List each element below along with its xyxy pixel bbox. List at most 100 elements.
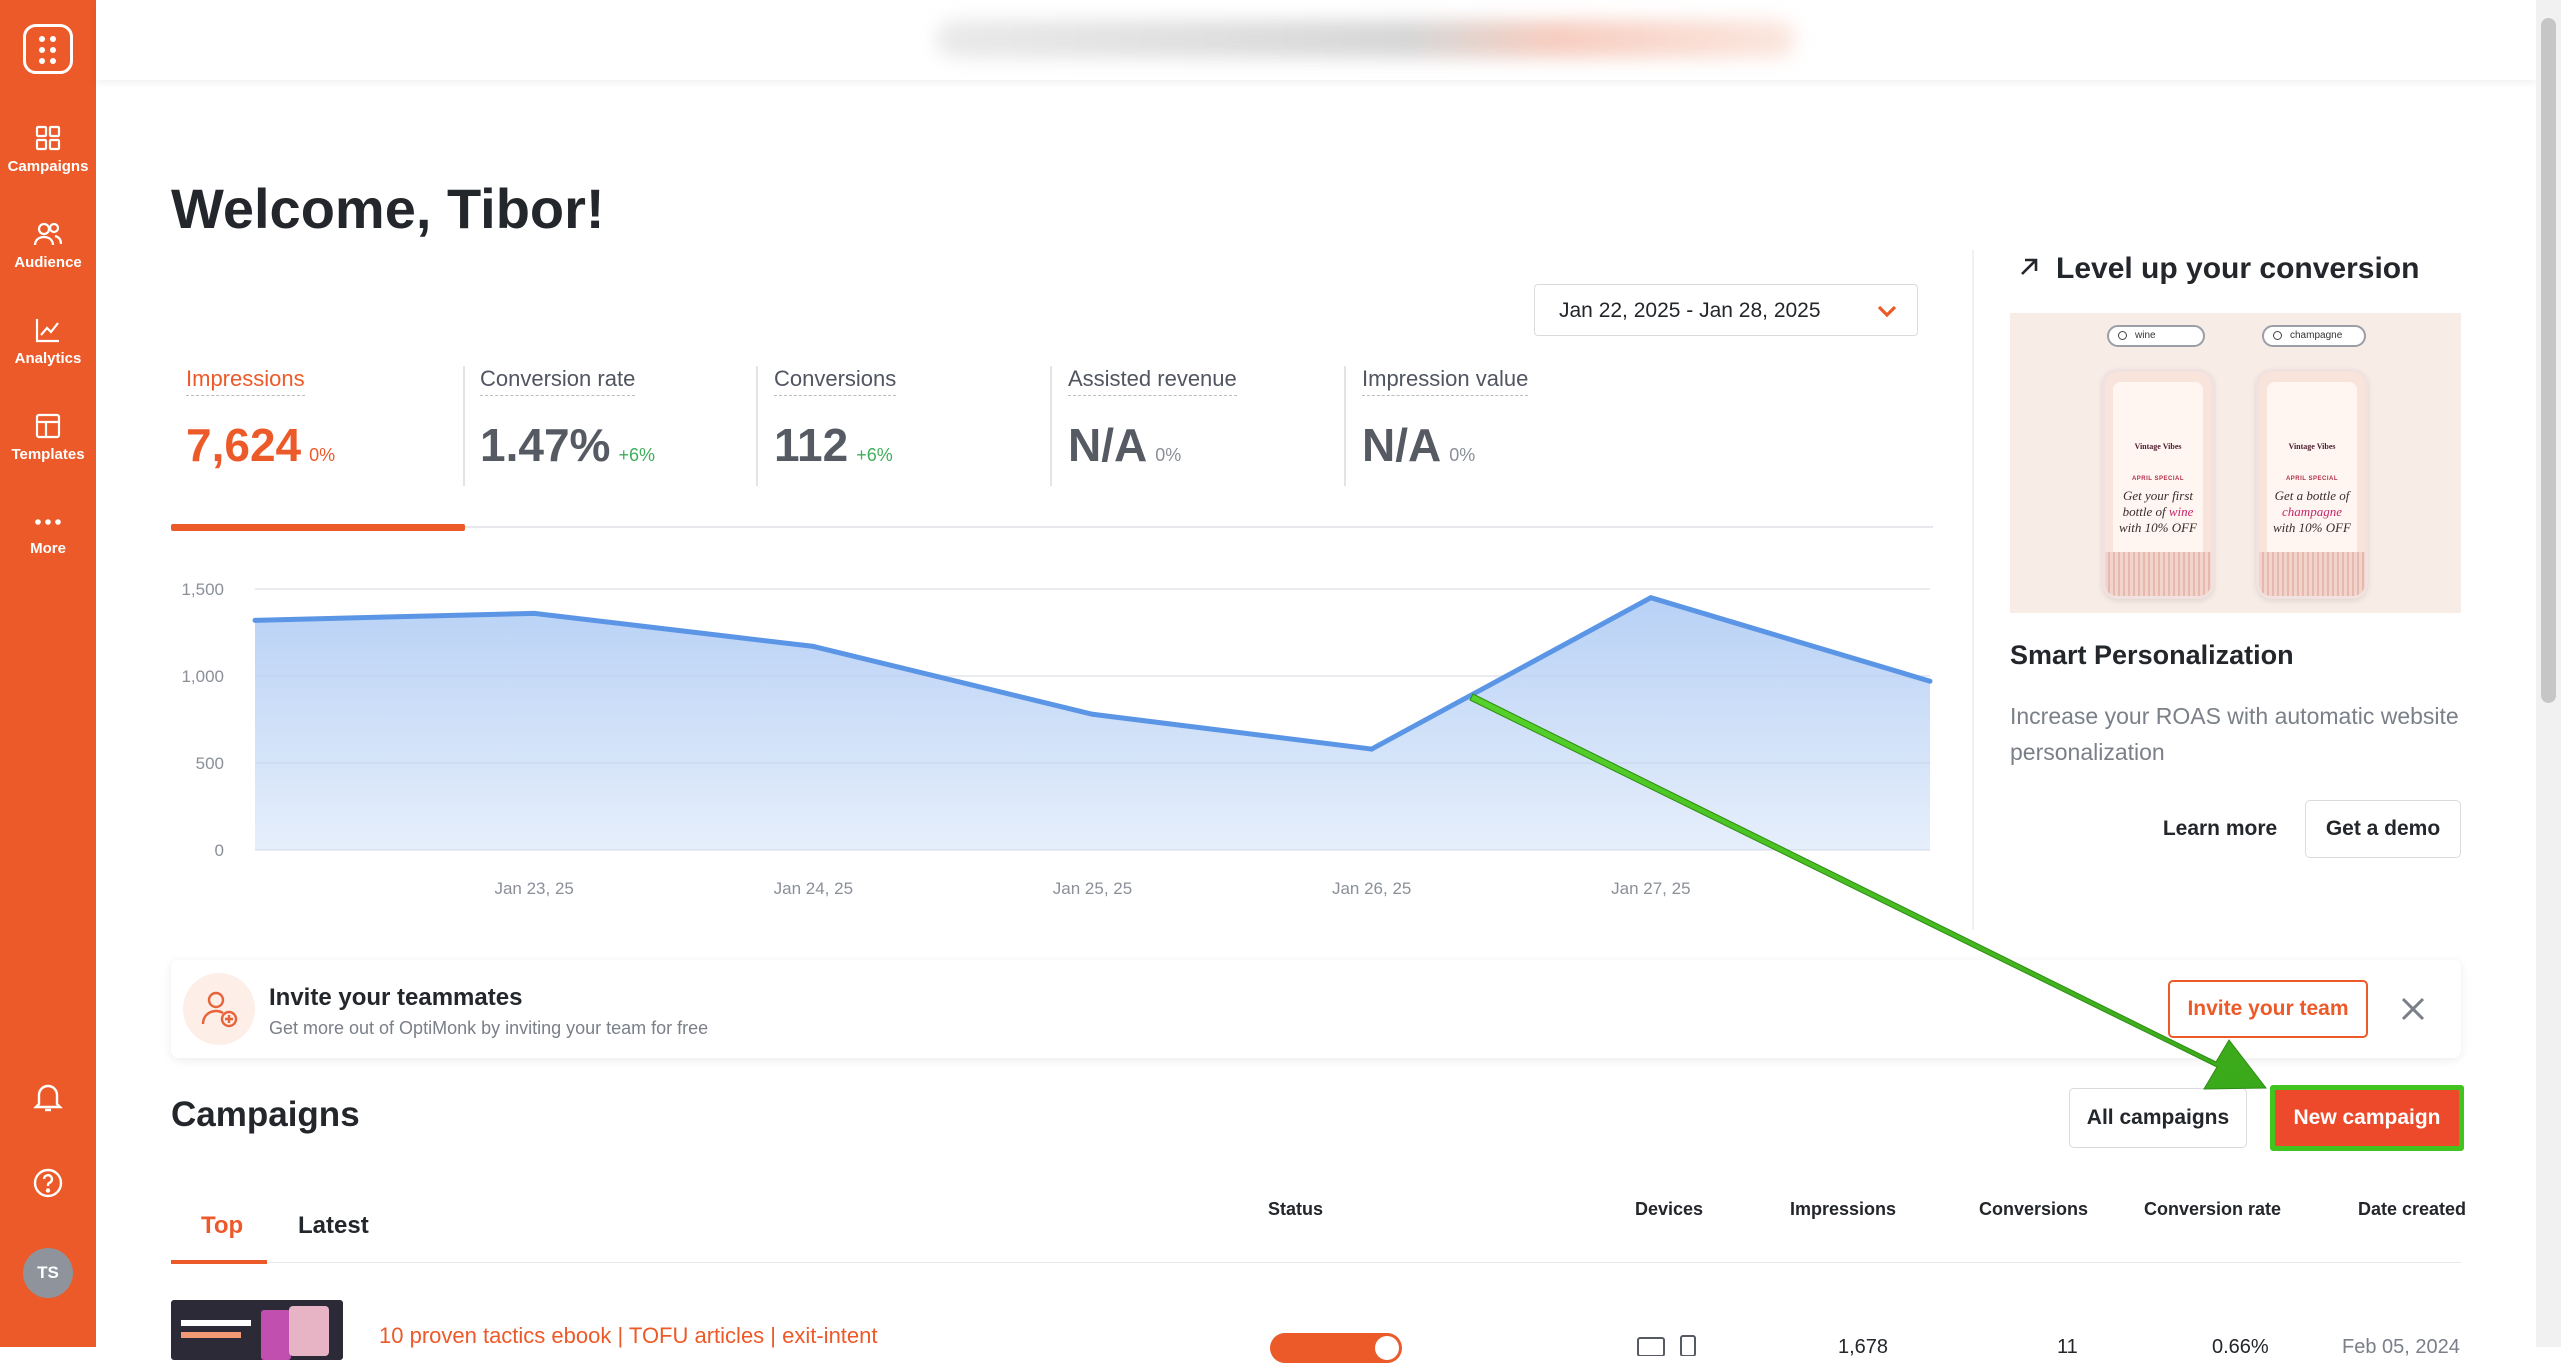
avatar[interactable]: TS — [23, 1248, 73, 1298]
promo-tag: APRIL SPECIAL — [2131, 476, 2185, 482]
metric-delta: 0% — [1155, 445, 1182, 465]
metric-conversion-rate[interactable]: Conversion rate 1.47% +6% — [480, 366, 655, 486]
get-demo-button[interactable]: Get a demo — [2305, 800, 2461, 858]
sidebar-item-label: More — [30, 540, 66, 557]
line-chart-icon — [35, 319, 59, 343]
close-invite-button[interactable] — [2398, 994, 2428, 1029]
metric-delta: +6% — [618, 445, 655, 465]
cell-conversion-rate: 0.66% — [2212, 1336, 2269, 1358]
series-area — [255, 597, 1930, 850]
data-point — [1369, 746, 1375, 752]
mobile-icon — [1680, 1335, 1696, 1356]
phone-headline: Get your first bottle of wine with 10% O… — [2105, 488, 2211, 536]
sidebar-item-label: Templates — [11, 446, 85, 463]
metric-divider — [1050, 366, 1052, 486]
metric-label: Conversion rate — [480, 366, 636, 396]
metric-value: N/A — [1068, 419, 1148, 471]
sidebar-item-audience[interactable]: Audience — [0, 220, 96, 271]
phone-headline: Get a bottle of champagne with 10% OFF — [2259, 488, 2365, 536]
phone-highlight: wine — [2168, 504, 2194, 519]
metric-label: Impression value — [1362, 366, 1529, 396]
phone-mockup: Vintage Vibes APRIL SPECIAL Get your fir… — [2102, 369, 2214, 599]
column-header-date-created[interactable]: Date created — [2358, 1199, 2466, 1220]
new-campaign-button[interactable]: New campaign — [2270, 1085, 2464, 1151]
data-point — [252, 617, 258, 623]
active-tab-indicator — [171, 1260, 267, 1264]
sidebar-item-campaigns[interactable]: Campaigns — [0, 124, 96, 175]
metric-label: Conversions — [774, 366, 897, 396]
campaign-name-link[interactable]: 10 proven tactics ebook | TOFU articles … — [379, 1323, 878, 1349]
metric-value: 1.47% — [480, 419, 611, 471]
phone-line: Get your first — [2122, 488, 2194, 503]
promo-title-text: Level up your conversion — [2056, 252, 2420, 285]
campaign-thumbnail[interactable] — [171, 1300, 343, 1360]
notifications-button[interactable] — [0, 1081, 96, 1113]
page-title: Welcome, Tibor! — [171, 177, 605, 240]
sidebar-item-label: Audience — [14, 254, 82, 271]
date-range-value: Jan 22, 2025 - Jan 28, 2025 — [1559, 299, 1821, 322]
phone-highlight: champagne — [2282, 504, 2342, 519]
promo-description: Increase your ROAS with automatic websit… — [2010, 703, 2459, 765]
metric-value: N/A — [1362, 419, 1442, 471]
panel-divider — [1972, 250, 1974, 930]
column-header-status[interactable]: Status — [1268, 1199, 1323, 1220]
sidebar-item-label: Campaigns — [7, 158, 89, 175]
metric-impression-value[interactable]: Impression value N/A 0% — [1362, 366, 1529, 486]
top-bar — [96, 0, 2536, 80]
active-metric-indicator — [171, 524, 465, 531]
sidebar-item-analytics[interactable]: Analytics — [0, 316, 96, 367]
x-tick-label: Jan 25, 25 — [1053, 879, 1132, 898]
desktop-icon — [1637, 1337, 1665, 1356]
invite-team-button[interactable]: Invite your team — [2168, 980, 2368, 1038]
metric-value: 7,624 — [186, 419, 302, 471]
metric-label: Impressions — [186, 366, 305, 396]
metric-delta: +6% — [856, 445, 893, 465]
metric-delta: 0% — [309, 445, 336, 465]
brand-name: Vintage Vibes — [2288, 442, 2336, 451]
metric-impressions[interactable]: Impressions 7,624 0% — [186, 366, 335, 486]
help-button[interactable] — [0, 1167, 96, 1199]
phone-line: with 10% OFF — [2273, 520, 2351, 535]
layout-icon — [35, 413, 61, 439]
column-header-devices[interactable]: Devices — [1635, 1199, 1703, 1220]
column-header-conversion-rate[interactable]: Conversion rate — [2144, 1199, 2281, 1220]
search-pill: wine — [2107, 325, 2205, 347]
y-tick-label: 500 — [196, 754, 224, 773]
column-header-impressions[interactable]: Impressions — [1790, 1199, 1896, 1220]
phone-line: Get a bottle of — [2274, 488, 2350, 503]
status-toggle[interactable] — [1270, 1333, 1402, 1363]
metric-divider — [756, 366, 758, 486]
chevron-down-icon — [1877, 305, 1897, 318]
learn-more-button[interactable]: Learn more — [2150, 800, 2290, 858]
column-header-conversions[interactable]: Conversions — [1979, 1199, 2088, 1220]
metric-assisted-revenue[interactable]: Assisted revenue N/A 0% — [1068, 366, 1237, 486]
dots-icon — [35, 519, 61, 525]
metric-divider — [1344, 366, 1346, 486]
search-pill: champagne — [2262, 325, 2366, 347]
sidebar-item-more[interactable]: More — [0, 510, 96, 557]
app-logo[interactable] — [23, 24, 73, 74]
grid-icon — [35, 125, 61, 151]
sidebar-item-label: Analytics — [14, 350, 82, 367]
y-tick-label: 1,500 — [181, 580, 224, 599]
date-range-select[interactable]: Jan 22, 2025 - Jan 28, 2025 — [1534, 284, 1918, 336]
metric-divider — [463, 366, 465, 486]
x-tick-label: Jan 27, 25 — [1611, 879, 1690, 898]
arrow-up-right-icon — [2021, 258, 2038, 275]
metric-conversions[interactable]: Conversions 112 +6% — [774, 366, 897, 486]
invite-icon-wrap — [183, 973, 255, 1045]
phone-line: bottle of — [2122, 504, 2166, 519]
tab-top[interactable]: Top — [201, 1212, 243, 1240]
scrollbar-thumb[interactable] — [2541, 18, 2556, 703]
all-campaigns-button[interactable]: All campaigns — [2069, 1088, 2247, 1148]
phone-line: with 10% OFF — [2119, 520, 2197, 535]
section-title: Campaigns — [171, 1095, 360, 1134]
search-pill-text: wine — [2135, 330, 2156, 341]
data-point — [1648, 595, 1654, 601]
x-tick-label: Jan 24, 25 — [774, 879, 853, 898]
data-point — [1090, 711, 1095, 717]
data-point — [810, 643, 816, 649]
sidebar-item-templates[interactable]: Templates — [0, 412, 96, 463]
tab-latest[interactable]: Latest — [298, 1212, 369, 1240]
promo-image: wine champagne Vintage Vibes APRIL SPECI… — [2010, 313, 2461, 613]
